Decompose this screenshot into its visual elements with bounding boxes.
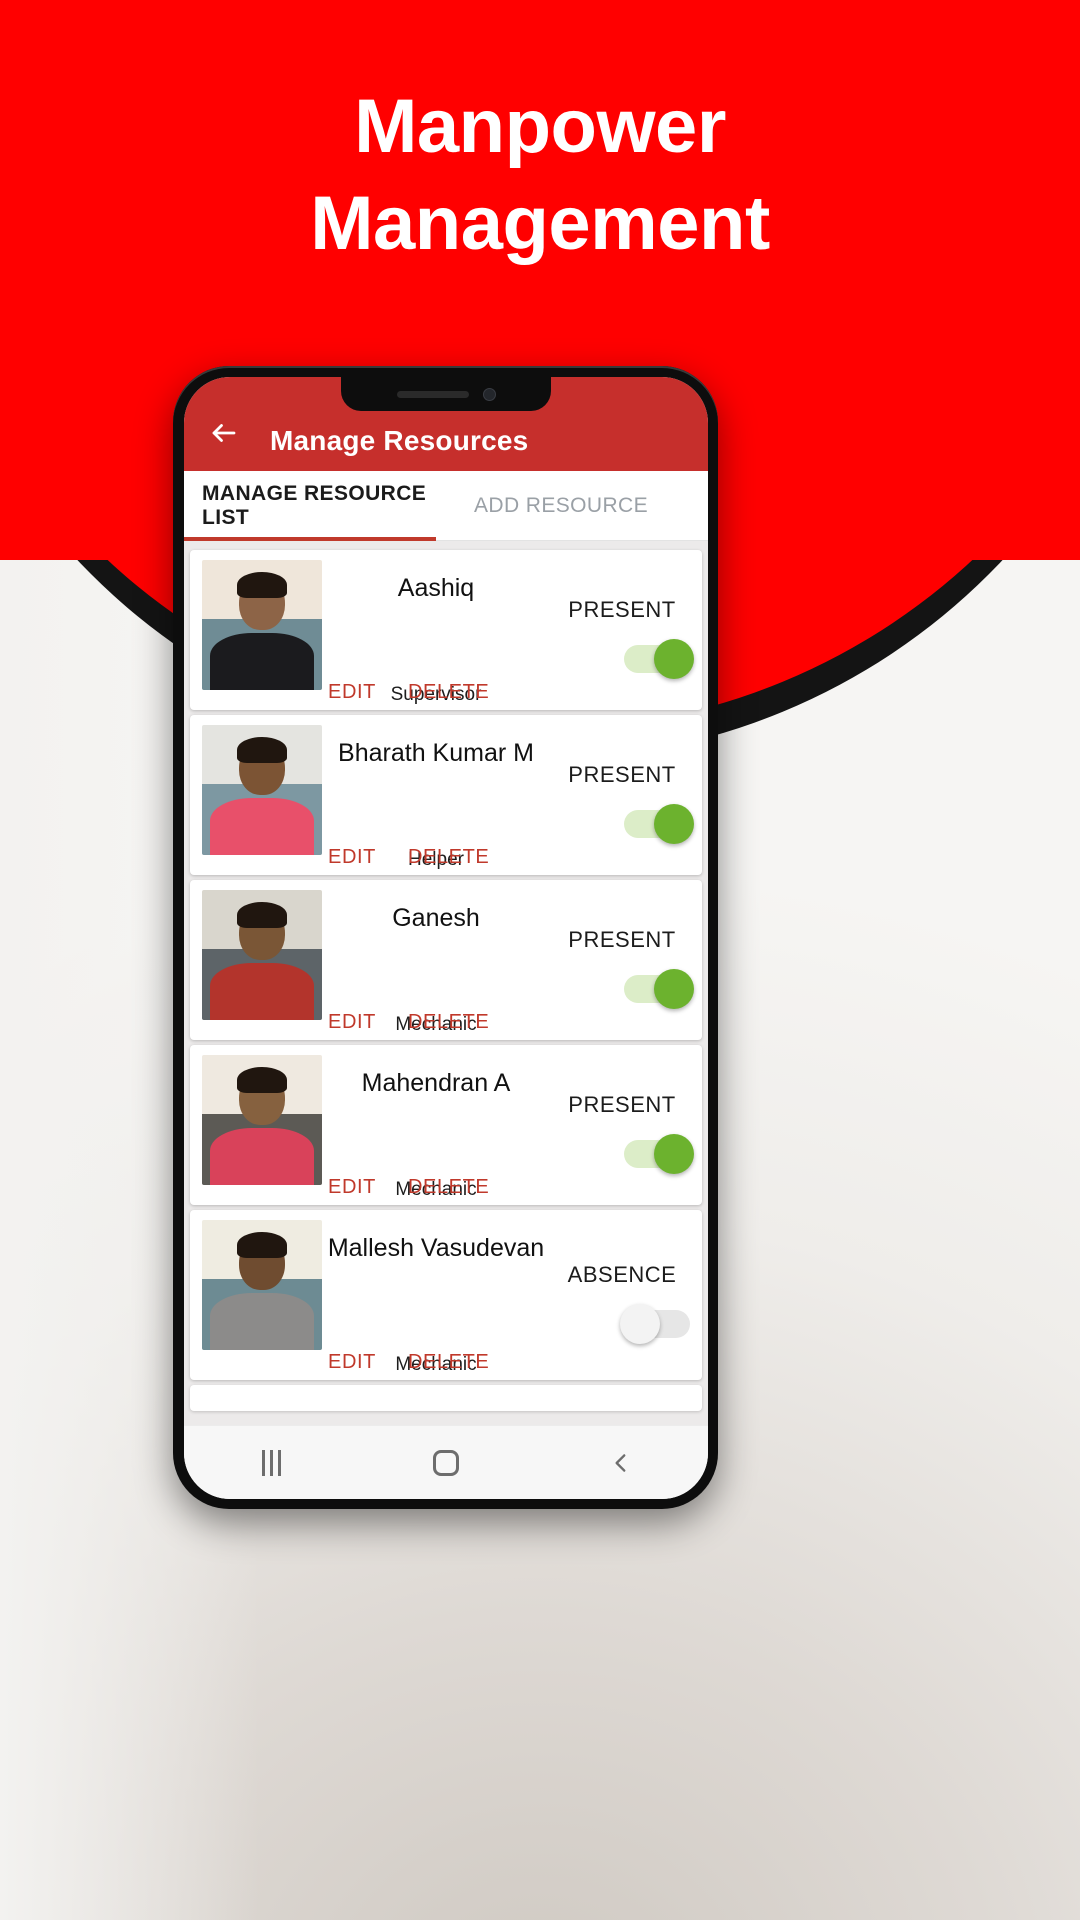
phone-screen: Manage Resources MANAGE RESOURCE LIST AD… (184, 377, 708, 1499)
toggle-knob (654, 804, 694, 844)
page-title: Manage Resources (270, 425, 529, 456)
tab-manage-resource-list[interactable]: MANAGE RESOURCE LIST (184, 471, 436, 541)
delete-button[interactable]: DELETE (408, 1011, 489, 1034)
resource-name: Ganesh (392, 904, 480, 932)
toggle-knob (654, 1134, 694, 1174)
card-actions: EDIT DELETE (328, 1011, 489, 1034)
status-badge: PRESENT (568, 927, 676, 952)
tab-label: MANAGE RESOURCE LIST (202, 482, 427, 529)
attendance-control: PRESENT (550, 725, 702, 875)
attendance-control: PRESENT (550, 1055, 702, 1205)
toggle-knob (654, 969, 694, 1009)
promo-title-line1: Manpower (354, 84, 726, 169)
promo-headline: Manpower Management (0, 78, 1080, 273)
status-badge: PRESENT (568, 1092, 676, 1117)
status-badge: PRESENT (568, 597, 676, 622)
avatar (202, 890, 322, 1020)
delete-button[interactable]: DELETE (408, 1351, 489, 1374)
avatar (202, 725, 322, 855)
attendance-toggle[interactable] (624, 969, 694, 1009)
status-badge: ABSENCE (567, 1262, 677, 1287)
tab-bar: MANAGE RESOURCE LIST ADD RESOURCE (184, 471, 708, 541)
recents-icon[interactable] (236, 1443, 306, 1483)
card-actions: EDIT DELETE (328, 1176, 489, 1199)
toggle-knob (620, 1304, 660, 1344)
resource-name: Bharath Kumar M (338, 739, 534, 767)
resource-name: Aashiq (397, 574, 475, 602)
resource-card-partial[interactable] (190, 1385, 702, 1411)
edit-button[interactable]: EDIT (328, 1176, 376, 1199)
card-actions: EDIT DELETE (328, 846, 489, 869)
card-actions: EDIT DELETE (328, 1351, 489, 1374)
tab-label: ADD RESOURCE (474, 494, 648, 517)
phone-mockup: Manage Resources MANAGE RESOURCE LIST AD… (173, 366, 718, 1509)
resource-card[interactable]: Ganesh Mechanic PRESENT EDIT DELETE (190, 880, 702, 1040)
toggle-knob (654, 639, 694, 679)
avatar (202, 1220, 322, 1350)
avatar (202, 560, 322, 690)
resource-card[interactable]: Mahendran A Mechanic PRESENT EDIT DELETE (190, 1045, 702, 1205)
resource-list[interactable]: Aashiq Supervisor PRESENT EDIT DELETE Bh… (184, 541, 708, 1425)
promo-title-line2: Management (310, 181, 770, 267)
edit-button[interactable]: EDIT (328, 846, 376, 869)
resource-name: Mahendran A (361, 1069, 511, 1097)
home-icon[interactable] (411, 1443, 481, 1483)
edit-button[interactable]: EDIT (328, 681, 376, 704)
front-camera-icon (482, 387, 496, 401)
system-navigation-bar (184, 1425, 708, 1499)
edit-button[interactable]: EDIT (328, 1351, 376, 1374)
card-actions: EDIT DELETE (328, 681, 489, 704)
edit-button[interactable]: EDIT (328, 1011, 376, 1034)
earpiece-speaker (396, 390, 469, 398)
attendance-control: PRESENT (550, 560, 702, 710)
back-icon[interactable] (586, 1443, 656, 1483)
arrow-left-icon[interactable] (200, 409, 248, 457)
phone-notch (341, 377, 551, 411)
resource-card[interactable]: Mallesh Vasudevan Mechanic ABSENCE EDIT … (190, 1210, 702, 1380)
attendance-control: PRESENT (550, 890, 702, 1040)
delete-button[interactable]: DELETE (408, 681, 489, 704)
resource-card[interactable]: Bharath Kumar M Helper PRESENT EDIT DELE… (190, 715, 702, 875)
resource-card[interactable]: Aashiq Supervisor PRESENT EDIT DELETE (190, 550, 702, 710)
resource-name: Mallesh Vasudevan (327, 1234, 545, 1262)
delete-button[interactable]: DELETE (408, 846, 489, 869)
attendance-toggle[interactable] (624, 1134, 694, 1174)
attendance-toggle[interactable] (620, 1304, 690, 1344)
tab-add-resource[interactable]: ADD RESOURCE (436, 471, 708, 541)
avatar (202, 1055, 322, 1185)
tab-active-indicator (184, 537, 436, 541)
attendance-toggle[interactable] (624, 804, 694, 844)
attendance-control: ABSENCE (550, 1220, 702, 1380)
delete-button[interactable]: DELETE (408, 1176, 489, 1199)
attendance-toggle[interactable] (624, 639, 694, 679)
status-badge: PRESENT (568, 762, 676, 787)
